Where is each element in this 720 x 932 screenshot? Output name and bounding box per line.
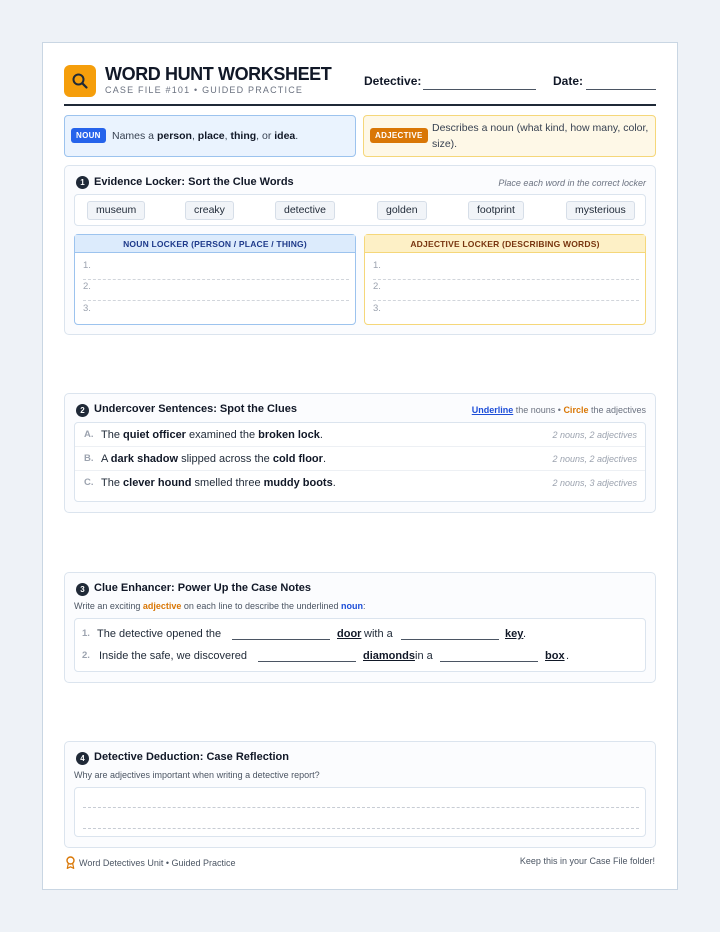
section-title: Detective Deduction: Case Reflection <box>94 751 289 763</box>
adjective-definition-text: Describes a noun (what kind, how many, c… <box>432 122 649 150</box>
sentence-list: A. The quiet officer examined the broken… <box>74 422 646 502</box>
adjective-blank[interactable] <box>258 661 356 662</box>
underlined-noun: key <box>505 628 524 640</box>
adjective-slot[interactable]: 3. <box>373 302 639 323</box>
detective-name-field[interactable] <box>423 89 536 90</box>
word-chip[interactable]: mysterious <box>566 201 635 220</box>
adjective-blank[interactable] <box>440 661 538 662</box>
noun-slot[interactable]: 1. <box>83 259 349 280</box>
word-chip[interactable]: footprint <box>468 201 524 220</box>
section-title: Evidence Locker: Sort the Clue Words <box>94 176 294 188</box>
section-number: 1 <box>76 176 89 189</box>
sentence-row[interactable]: C. The clever hound smelled three muddy … <box>75 471 645 495</box>
section-evidence-locker: 1 Evidence Locker: Sort the Clue Words P… <box>64 165 656 335</box>
enhancer-list: 1. The detective opened the door with a … <box>74 618 646 672</box>
page-subtitle: CASE FILE #101 • GUIDED PRACTICE <box>105 85 304 95</box>
section-clue-enhancer: 3 Clue Enhancer: Power Up the Case Notes… <box>64 572 656 683</box>
reflection-answer-area[interactable] <box>74 787 646 837</box>
word-chip[interactable]: creaky <box>185 201 234 220</box>
sentence-count: 2 nouns, 2 adjectives <box>552 430 637 440</box>
section-number: 3 <box>76 583 89 596</box>
footer-right: Keep this in your Case File folder! <box>519 856 655 866</box>
writing-line <box>83 807 639 808</box>
adjective-slot[interactable]: 1. <box>373 259 639 280</box>
adjective-blank[interactable] <box>401 639 499 640</box>
reflection-question: Why are adjectives important when writin… <box>74 770 320 780</box>
adjective-slot[interactable]: 2. <box>373 280 639 301</box>
section-instructions: Write an exciting adjective on each line… <box>74 601 366 611</box>
header-divider <box>64 104 656 106</box>
adjective-locker: ADJECTIVE LOCKER (DESCRIBING WORDS) 1. 2… <box>364 234 646 325</box>
sentence-row[interactable]: A. The quiet officer examined the broken… <box>75 423 645 447</box>
section-hint: Underline the nouns • Circle the adjecti… <box>471 405 646 415</box>
word-chip[interactable]: detective <box>275 201 336 220</box>
noun-locker: NOUN LOCKER (PERSON / PLACE / THING) 1. … <box>74 234 356 325</box>
word-chip[interactable]: golden <box>377 201 427 220</box>
adjective-definition-card: ADJECTIVE Describes a noun (what kind, h… <box>363 115 656 157</box>
word-chip[interactable]: museum <box>87 201 146 220</box>
word-bank: museum creaky detective golden footprint… <box>74 194 646 226</box>
section-title: Undercover Sentences: Spot the Clues <box>94 403 297 415</box>
date-label: Date: <box>553 74 584 88</box>
award-ribbon-icon <box>65 856 76 871</box>
sentence-row[interactable]: B. A dark shadow slipped across the cold… <box>75 447 645 471</box>
detective-label: Detective: <box>364 74 422 88</box>
section-undercover-sentences: 2 Undercover Sentences: Spot the Clues U… <box>64 393 656 513</box>
adjective-blank[interactable] <box>232 639 330 640</box>
section-number: 2 <box>76 404 89 417</box>
noun-badge: NOUN <box>71 128 106 143</box>
magnifier-icon <box>64 65 96 97</box>
enhancer-row: 2. Inside the safe, we discovered diamon… <box>75 645 645 667</box>
sentence-count: 2 nouns, 3 adjectives <box>552 478 637 488</box>
section-title: Clue Enhancer: Power Up the Case Notes <box>94 582 311 594</box>
section-case-reflection: 4 Detective Deduction: Case Reflection W… <box>64 741 656 848</box>
section-hint: Place each word in the correct locker <box>498 178 646 188</box>
underlined-noun: diamonds <box>363 650 415 662</box>
noun-definition-card: NOUN Names a person, place, thing, or id… <box>64 115 356 157</box>
adjective-locker-header: ADJECTIVE LOCKER (DESCRIBING WORDS) <box>365 235 645 253</box>
writing-line <box>83 828 639 829</box>
noun-definition-text: Names a person, place, thing, or idea. <box>112 130 299 142</box>
noun-slot[interactable]: 2. <box>83 280 349 301</box>
sentence-count: 2 nouns, 2 adjectives <box>552 454 637 464</box>
date-field[interactable] <box>586 89 656 90</box>
noun-locker-header: NOUN LOCKER (PERSON / PLACE / THING) <box>75 235 355 253</box>
adjective-badge: ADJECTIVE <box>370 128 428 143</box>
underlined-noun: box <box>545 650 565 662</box>
enhancer-row: 1. The detective opened the door with a … <box>75 623 645 645</box>
page-title: WORD HUNT WORKSHEET <box>105 64 332 84</box>
worksheet-header: WORD HUNT WORKSHEET CASE FILE #101 • GUI… <box>64 64 656 106</box>
worksheet-page: WORD HUNT WORKSHEET CASE FILE #101 • GUI… <box>42 42 678 890</box>
section-number: 4 <box>76 752 89 765</box>
footer-left: Word Detectives Unit • Guided Practice <box>65 856 236 871</box>
noun-slot[interactable]: 3. <box>83 302 349 323</box>
underlined-noun: door <box>337 628 362 640</box>
